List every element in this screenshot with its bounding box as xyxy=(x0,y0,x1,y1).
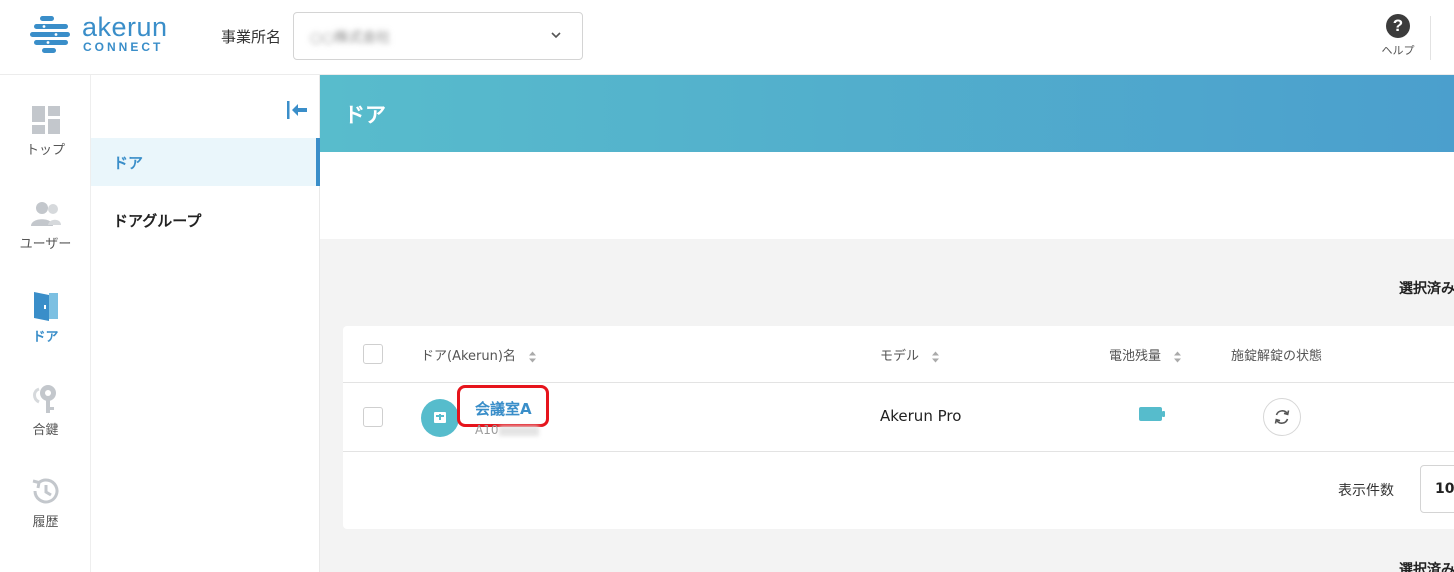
page-title: ドア xyxy=(344,103,386,127)
chevron-down-icon xyxy=(551,32,561,39)
battery-full-icon xyxy=(1139,407,1165,421)
help-icon: ? xyxy=(1386,14,1410,38)
nav-label-door: ドア xyxy=(32,330,59,345)
history-icon xyxy=(32,478,58,504)
office-select-value: ○○株式会社 xyxy=(310,30,391,46)
selected-count-label-bottom: 選択済み xyxy=(1399,562,1454,572)
top-header: akerun CONNECT 事業所名 ○○株式会社 ? ヘルプ xyxy=(0,0,1454,75)
nav-label-history: 履歴 xyxy=(32,515,59,530)
door-submenu: ドア ドアグループ xyxy=(91,75,320,572)
door-model: Akerun Pro xyxy=(880,407,962,425)
refresh-icon xyxy=(1274,410,1290,424)
column-label-model: モデル xyxy=(880,349,920,364)
row-checkbox[interactable] xyxy=(363,407,383,427)
nav-item-door[interactable]: ドア xyxy=(0,290,91,370)
nav-item-history[interactable]: 履歴 xyxy=(0,475,91,555)
per-page-label: 表示件数 xyxy=(1338,483,1394,499)
device-glyph-icon xyxy=(434,412,446,423)
refresh-lock-status-button[interactable] xyxy=(1263,398,1301,436)
nav-label-top: トップ xyxy=(25,143,65,158)
help-button[interactable]: ? ヘルプ xyxy=(1378,14,1418,62)
column-header-model[interactable]: モデル xyxy=(880,345,940,364)
door-table-card: ドア(Akerun)名 モデル 電池残量 施錠解錠の状態 会議室A A10 Ak… xyxy=(343,326,1454,529)
office-select[interactable]: ○○株式会社 xyxy=(293,12,583,60)
sort-icon xyxy=(932,351,940,362)
column-header-door-name[interactable]: ドア(Akerun)名 xyxy=(421,345,537,364)
per-page-value: 10 xyxy=(1435,481,1454,497)
door-icon xyxy=(33,292,58,321)
table-row[interactable]: 会議室A A10 Akerun Pro xyxy=(343,383,1454,452)
column-header-battery[interactable]: 電池残量 xyxy=(1109,345,1182,364)
door-serial-redacted xyxy=(499,425,540,436)
table-header: ドア(Akerun)名 モデル 電池残量 施錠解錠の状態 xyxy=(343,326,1454,383)
akerun-logo[interactable]: akerun CONNECT xyxy=(30,12,180,58)
logo-mark-icon xyxy=(30,16,70,53)
door-serial-id: A10 xyxy=(475,423,540,437)
nav-label-key: 合鍵 xyxy=(32,423,59,438)
nav-item-users[interactable]: ユーザー xyxy=(0,199,91,279)
main-content: ドア 選択済み ドア(Akerun)名 モデル 電池残量 施錠解錠の状態 会議室… xyxy=(320,75,1454,572)
main-nav: トップ ユーザー ドア 合鍵 履歴 xyxy=(0,75,91,572)
column-label-battery: 電池残量 xyxy=(1109,349,1162,364)
nav-item-key[interactable]: 合鍵 xyxy=(0,383,91,463)
select-all-checkbox[interactable] xyxy=(363,344,383,364)
page-banner: ドア xyxy=(320,75,1454,152)
submenu-item-door[interactable]: ドア xyxy=(91,138,320,186)
column-label-door-name: ドア(Akerun)名 xyxy=(421,349,516,364)
logo-text: akerun xyxy=(82,12,168,42)
column-header-lock-status: 施錠解錠の状態 xyxy=(1231,349,1323,364)
per-page-select[interactable]: 10 xyxy=(1420,465,1454,513)
key-icon xyxy=(32,385,56,413)
nav-label-users: ユーザー xyxy=(19,237,72,252)
highlight-annotation xyxy=(457,385,549,427)
sort-icon xyxy=(1174,351,1182,362)
submenu-item-door-group[interactable]: ドアグループ xyxy=(91,196,320,244)
header-divider xyxy=(1430,16,1431,60)
logo-subtext: CONNECT xyxy=(83,40,164,54)
users-icon xyxy=(30,202,61,226)
dashboard-icon xyxy=(31,106,60,134)
door-serial-prefix: A10 xyxy=(475,423,499,437)
nav-item-top[interactable]: トップ xyxy=(0,105,91,185)
office-label: 事業所名 xyxy=(221,28,282,46)
selected-count-label: 選択済み xyxy=(1399,281,1454,297)
collapse-sidebar-icon[interactable] xyxy=(285,99,309,121)
filter-area xyxy=(320,152,1454,239)
help-label: ヘルプ xyxy=(1381,44,1415,57)
sort-icon xyxy=(529,351,537,362)
akerun-device-icon xyxy=(421,399,459,437)
